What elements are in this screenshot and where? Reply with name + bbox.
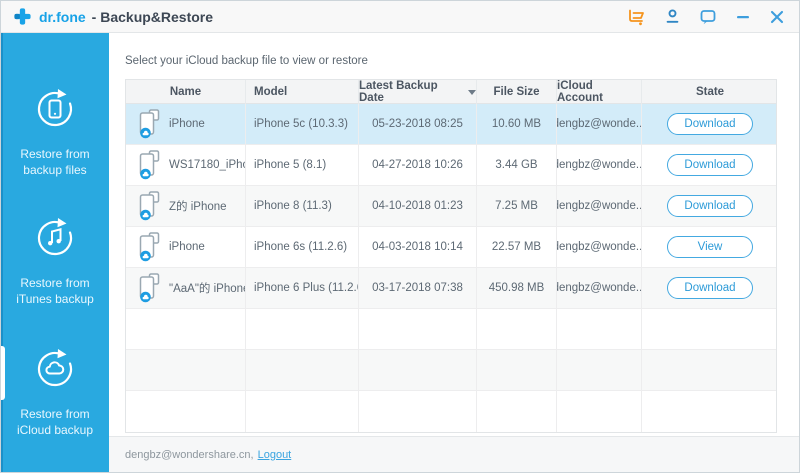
backup-date: 04-27-2018 10:26 [372, 159, 463, 171]
sidebar-item-label: Restore from iTunes backup [16, 276, 94, 306]
backup-date: 04-10-2018 01:23 [372, 200, 463, 212]
logout-link[interactable]: Logout [258, 449, 292, 461]
sidebar-item-label: Restore from iCloud backup [16, 407, 94, 437]
action-button[interactable]: Download [667, 195, 753, 217]
table-row[interactable]: "AaA"的 iPhone iPhone 6 Plus (11.2.6) 03-… [126, 268, 776, 309]
icloud-restore-icon [33, 347, 77, 396]
device-cloud-backup-icon [138, 150, 160, 180]
app-title: - Backup&Restore [91, 8, 214, 25]
device-cloud-backup-icon [138, 273, 160, 303]
sidebar-item-restore-itunes-backup[interactable]: Restore from iTunes backup [1, 216, 109, 307]
backup-model: iPhone 5c (10.3.3) [254, 118, 348, 130]
backup-date: 04-03-2018 10:14 [372, 241, 463, 253]
itunes-restore-icon [33, 216, 77, 265]
sidebar-item-label: Restore from backup files [20, 147, 90, 177]
action-button[interactable]: View [667, 236, 753, 258]
device-cloud-backup-icon [138, 232, 160, 262]
title-bar: dr.fone - Backup&Restore [1, 1, 799, 33]
instruction-text: Select your iCloud backup file to view o… [125, 55, 368, 67]
action-button[interactable]: Download [667, 277, 753, 299]
account-icon[interactable] [664, 8, 681, 25]
backup-name: iPhone [169, 241, 205, 253]
table-row[interactable]: iPhone iPhone 5c (10.3.3) 05-23-2018 08:… [126, 104, 776, 145]
backup-account: dengbz@wonde... [557, 118, 642, 130]
backup-model: iPhone 8 (11.3) [254, 200, 332, 212]
backup-size: 10.60 MB [491, 118, 542, 130]
sidebar: Restore from backup files Restore from i… [1, 33, 109, 472]
minimize-icon[interactable] [735, 9, 751, 25]
backup-name: iPhone [169, 118, 205, 130]
backup-size: 22.57 MB [491, 241, 542, 253]
sidebar-item-restore-icloud-backup[interactable]: Restore from iCloud backup [1, 347, 109, 438]
backup-model: iPhone 5 (8.1) [254, 159, 327, 171]
column-header-name[interactable]: Name [126, 80, 246, 104]
store-cart-icon[interactable] [627, 8, 646, 26]
close-icon[interactable] [769, 9, 785, 25]
active-item-indicator [1, 346, 5, 400]
column-header-size[interactable]: File Size [477, 80, 557, 104]
empty-table-row [126, 350, 776, 391]
backup-name: "AaA"的 iPhone [169, 283, 246, 295]
backup-account: dengbz@wonde... [557, 241, 642, 253]
drfone-plus-logo-icon [13, 7, 32, 26]
titlebar-actions [627, 8, 785, 26]
empty-table-row [126, 309, 776, 350]
app-window: dr.fone - Backup&Restore Restore from ba… [0, 0, 800, 473]
backup-table: Name Model Latest Backup Date File Size … [125, 79, 777, 433]
backup-name: WS17180_iPhone5 [169, 159, 245, 171]
backup-size: 450.98 MB [488, 282, 545, 294]
action-button[interactable]: Download [667, 113, 753, 135]
backup-name: Z的 iPhone [169, 201, 227, 213]
backup-account: dengbz@wonde... [557, 282, 642, 294]
action-button[interactable]: Download [667, 154, 753, 176]
backup-size: 7.25 MB [495, 200, 538, 212]
backup-size: 3.44 GB [495, 159, 538, 171]
backup-model: iPhone 6 Plus (11.2.6) [254, 282, 359, 294]
footer-bar: dengbz@wondershare.cn, Logout [109, 436, 799, 472]
backup-date: 03-17-2018 07:38 [372, 282, 463, 294]
empty-table-row [126, 391, 776, 432]
logged-in-account: dengbz@wondershare.cn, [125, 448, 254, 461]
device-restore-icon [33, 87, 77, 136]
sort-desc-icon [468, 89, 476, 95]
column-header-account[interactable]: iCloud Account [557, 80, 642, 104]
column-header-model[interactable]: Model [246, 80, 359, 104]
column-header-date[interactable]: Latest Backup Date [359, 80, 477, 104]
table-row[interactable]: iPhone iPhone 6s (11.2.6) 04-03-2018 10:… [126, 227, 776, 268]
feedback-chat-icon[interactable] [699, 8, 717, 26]
main-content: Select your iCloud backup file to view o… [109, 33, 799, 472]
backup-model: iPhone 6s (11.2.6) [254, 241, 348, 253]
table-row[interactable]: WS17180_iPhone5 iPhone 5 (8.1) 04-27-201… [126, 145, 776, 186]
table-row[interactable]: Z的 iPhone iPhone 8 (11.3) 04-10-2018 01:… [126, 186, 776, 227]
table-body: iPhone iPhone 5c (10.3.3) 05-23-2018 08:… [126, 104, 776, 432]
device-cloud-backup-icon [138, 109, 160, 139]
backup-date: 05-23-2018 08:25 [372, 118, 463, 130]
device-cloud-backup-icon [138, 191, 160, 221]
app-brand: dr.fone [39, 8, 86, 25]
table-header: Name Model Latest Backup Date File Size … [126, 80, 776, 104]
column-header-state[interactable]: State [642, 80, 778, 104]
sidebar-item-restore-backup-files[interactable]: Restore from backup files [1, 87, 109, 178]
backup-account: dengbz@wonde... [557, 200, 642, 212]
backup-account: dengbz@wonde... [557, 159, 642, 171]
